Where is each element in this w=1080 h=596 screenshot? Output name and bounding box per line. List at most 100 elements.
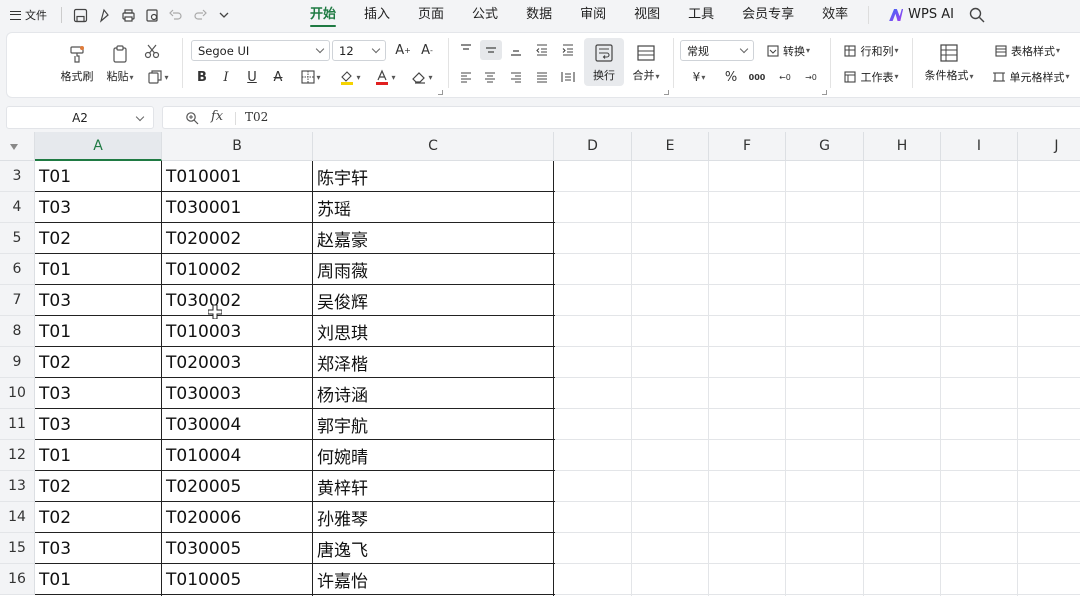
column-header-d[interactable]: D [554,132,632,161]
increase-decimal-icon[interactable]: ←0 [774,67,796,87]
cell-a11[interactable]: T03 [35,409,162,440]
row-header[interactable]: 15 [0,533,35,564]
formula-input[interactable]: T02 [245,110,268,124]
tab-tools[interactable]: 工具 [674,0,728,30]
cell-c4[interactable]: 苏瑶 [313,192,554,223]
copy-button[interactable]: ▾ [142,66,174,88]
cell-a3[interactable]: T01 [35,161,162,192]
share-icon[interactable] [92,4,116,26]
cell-c3[interactable]: 陈宇轩 [313,161,554,192]
tab-page[interactable]: 页面 [404,0,458,30]
cell-b5[interactable]: T020002 [162,223,313,254]
redo-icon[interactable] [188,4,212,26]
column-header-h[interactable]: H [864,132,941,161]
cell-c8[interactable]: 刘思琪 [313,316,554,347]
cell-c15[interactable]: 唐逸飞 [313,533,554,564]
number-dialog-launcher[interactable] [822,90,827,95]
decrease-indent-icon[interactable] [532,40,552,60]
print-preview-icon[interactable] [140,4,164,26]
increase-font-icon[interactable]: A + [392,40,414,61]
thousands-separator-icon[interactable]: 000 [746,67,768,87]
tab-review[interactable]: 审阅 [566,0,620,30]
cell-b15[interactable]: T030005 [162,533,313,564]
cell-a9[interactable]: T02 [35,347,162,378]
number-format-select[interactable]: 常规 [680,40,754,61]
row-header[interactable]: 12 [0,440,35,471]
cell-b12[interactable]: T010004 [162,440,313,471]
select-all-corner[interactable] [0,132,35,161]
cell-a12[interactable]: T01 [35,440,162,471]
row-header[interactable]: 6 [0,254,35,285]
search-icon[interactable] [968,6,986,24]
row-header[interactable]: 13 [0,471,35,502]
cell-a4[interactable]: T03 [35,192,162,223]
column-header-c[interactable]: C [313,132,554,161]
row-header[interactable]: 4 [0,192,35,223]
decrease-decimal-icon[interactable]: →0 [800,67,822,87]
cell-b13[interactable]: T020005 [162,471,313,502]
cell-c9[interactable]: 郑泽楷 [313,347,554,378]
print-icon[interactable] [116,4,140,26]
row-header[interactable]: 16 [0,564,35,595]
merge-button[interactable]: 合并▾ [626,40,666,86]
cell-c16[interactable]: 许嘉怡 [313,564,554,595]
cell-a15[interactable]: T03 [35,533,162,564]
cell-b14[interactable]: T020006 [162,502,313,533]
cut-icon[interactable] [140,40,164,62]
zoom-icon[interactable] [185,111,199,125]
cell-b9[interactable]: T020003 [162,347,313,378]
column-header-i[interactable]: I [941,132,1018,161]
cell-b10[interactable]: T030003 [162,378,313,409]
column-header-e[interactable]: E [632,132,709,161]
paste-button[interactable]: 粘贴▾ [100,40,140,88]
cell-a10[interactable]: T03 [35,378,162,409]
undo-icon[interactable] [164,4,188,26]
tab-data[interactable]: 数据 [512,0,566,30]
cell-a7[interactable]: T03 [35,285,162,316]
cell-b4[interactable]: T030001 [162,192,313,223]
cell-a8[interactable]: T01 [35,316,162,347]
increase-indent-icon[interactable] [558,40,578,60]
font-name-select[interactable]: Segoe UI [191,40,330,61]
currency-button[interactable]: ¥ ▾ [686,67,712,87]
font-dialog-launcher[interactable] [438,90,443,95]
cell-c14[interactable]: 孙雅琴 [313,502,554,533]
worksheet-button[interactable]: 工作表 ▾ [838,66,904,87]
name-box[interactable]: A2 [6,106,154,129]
chevron-down-icon[interactable] [212,4,236,26]
align-dialog-launcher[interactable] [664,90,669,95]
column-header-g[interactable]: G [786,132,864,161]
column-header-a[interactable]: A [35,132,162,161]
distributed-icon[interactable] [558,67,578,87]
cell-c7[interactable]: 吴俊辉 [313,285,554,316]
align-bottom-icon[interactable] [506,40,526,60]
fill-color-button[interactable]: ▾ [334,66,366,88]
file-menu[interactable]: 文件 [0,0,55,30]
strikethrough-button[interactable]: A [268,66,288,88]
cell-style-button[interactable]: 单元格样式 ▾ [986,66,1076,87]
row-header[interactable]: 5 [0,223,35,254]
align-middle-icon[interactable] [480,40,502,60]
cell-a6[interactable]: T01 [35,254,162,285]
cell-c5[interactable]: 赵嘉豪 [313,223,554,254]
align-left-icon[interactable] [456,67,476,87]
table-style-button[interactable]: 表格样式 ▾ [986,40,1068,61]
row-header[interactable]: 11 [0,409,35,440]
cell-c10[interactable]: 杨诗涵 [313,378,554,409]
convert-button[interactable]: 转换 ▾ [760,40,816,61]
column-header-f[interactable]: F [709,132,786,161]
underline-button[interactable]: U [242,66,262,88]
clear-format-button[interactable]: ▾ [406,66,438,88]
row-header[interactable]: 7 [0,285,35,316]
decrease-font-icon[interactable]: A- [416,40,438,61]
cell-b11[interactable]: T030004 [162,409,313,440]
tab-efficiency[interactable]: 效率 [808,0,862,30]
justify-icon[interactable] [532,67,552,87]
row-header[interactable]: 9 [0,347,35,378]
wrap-text-button[interactable]: 换行 [584,40,624,86]
column-header-j[interactable]: J [1018,132,1080,161]
cell-b8[interactable]: T010003 [162,316,313,347]
cell-b16[interactable]: T010005 [162,564,313,595]
font-color-button[interactable]: ▾ [370,66,400,88]
tab-insert[interactable]: 插入 [350,0,404,30]
